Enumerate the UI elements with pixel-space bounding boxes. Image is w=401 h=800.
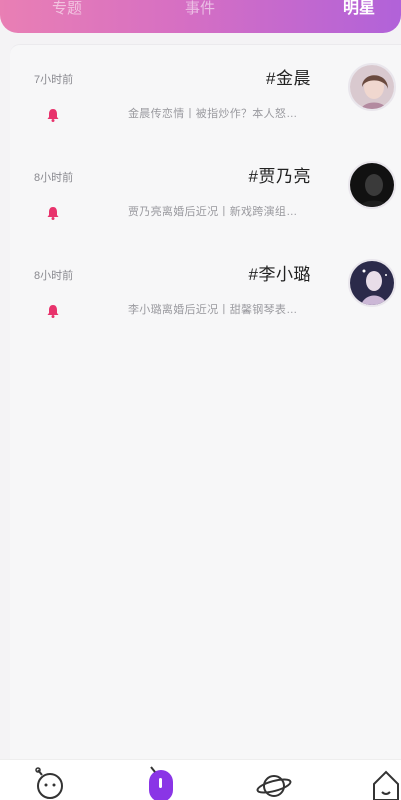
list-item[interactable]: #李小璐 李小璐离婚后近况丨甜馨钢琴表… 8小时前 bbox=[10, 241, 401, 333]
planet-icon[interactable] bbox=[256, 766, 292, 800]
avatar[interactable] bbox=[348, 259, 396, 307]
item-title: #贾乃亮 bbox=[248, 167, 311, 186]
top-tab-bar: 专题 事件 明星 bbox=[0, 0, 401, 33]
item-desc: 李小璐离婚后近况丨甜馨钢琴表… bbox=[128, 304, 298, 316]
avatar[interactable] bbox=[348, 63, 396, 111]
tab-events[interactable]: 事件 bbox=[185, 0, 215, 18]
item-title: #金晨 bbox=[266, 69, 311, 88]
item-time: 8小时前 bbox=[34, 172, 74, 184]
bell-icon[interactable] bbox=[45, 205, 61, 221]
bell-icon[interactable] bbox=[45, 107, 61, 123]
face-icon[interactable] bbox=[32, 766, 68, 800]
item-desc: 贾乃亮离婚后近况丨新戏跨演组… bbox=[128, 206, 298, 218]
capsule-icon[interactable] bbox=[143, 766, 179, 800]
feed-list: #金晨 金晨传恋情丨被指炒作？本人怒… 7小时前 #贾乃亮 贾乃亮离婚后近况丨新… bbox=[10, 44, 401, 759]
item-time: 8小时前 bbox=[34, 270, 74, 282]
bottom-nav bbox=[0, 759, 401, 800]
item-desc: 金晨传恋情丨被指炒作？本人怒… bbox=[128, 108, 298, 120]
list-item[interactable]: #贾乃亮 贾乃亮离婚后近况丨新戏跨演组… 8小时前 bbox=[10, 143, 401, 235]
item-time: 7小时前 bbox=[34, 74, 74, 86]
list-item[interactable]: #金晨 金晨传恋情丨被指炒作？本人怒… 7小时前 bbox=[10, 45, 401, 137]
bell-icon[interactable] bbox=[45, 303, 61, 319]
item-title: #李小璐 bbox=[248, 265, 311, 284]
home-icon[interactable] bbox=[368, 766, 401, 800]
avatar[interactable] bbox=[348, 161, 396, 209]
tab-stars[interactable]: 明星 bbox=[343, 0, 375, 18]
tab-topics[interactable]: 专题 bbox=[52, 0, 82, 18]
